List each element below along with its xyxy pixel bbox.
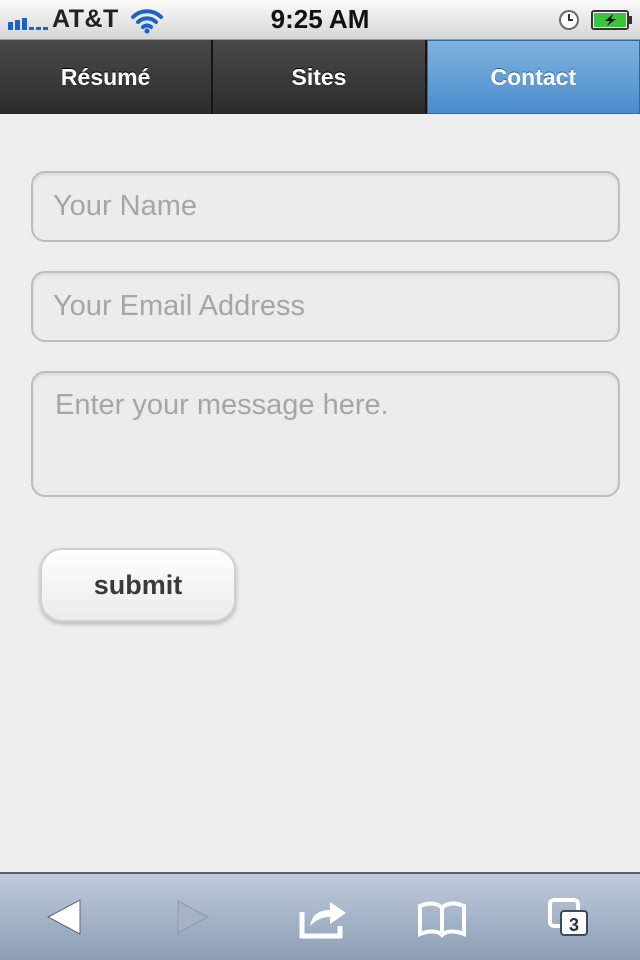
forward-arrow-icon[interactable]: [164, 892, 220, 942]
tab-bar: Résumé Sites Contact: [0, 40, 640, 114]
browser-toolbar: 3: [0, 872, 640, 960]
status-time: 9:25 AM: [270, 4, 370, 34]
tab-resume[interactable]: Résumé: [0, 40, 214, 114]
email-input[interactable]: [31, 271, 620, 342]
battery-charging-icon: [591, 10, 632, 30]
alarm-icon: [559, 10, 579, 30]
message-textarea[interactable]: [31, 371, 620, 497]
pages-button[interactable]: 3: [542, 892, 598, 942]
status-bar: AT&T 9:25 AM: [0, 0, 640, 40]
tab-contact[interactable]: Contact: [426, 40, 640, 114]
name-input[interactable]: [31, 171, 620, 242]
pages-count-badge: 3: [560, 910, 588, 936]
submit-button[interactable]: submit: [40, 548, 236, 622]
back-arrow-icon[interactable]: [36, 892, 92, 942]
bookmarks-icon[interactable]: [414, 892, 470, 942]
tab-sites[interactable]: Sites: [213, 40, 427, 114]
share-icon[interactable]: [294, 892, 350, 942]
